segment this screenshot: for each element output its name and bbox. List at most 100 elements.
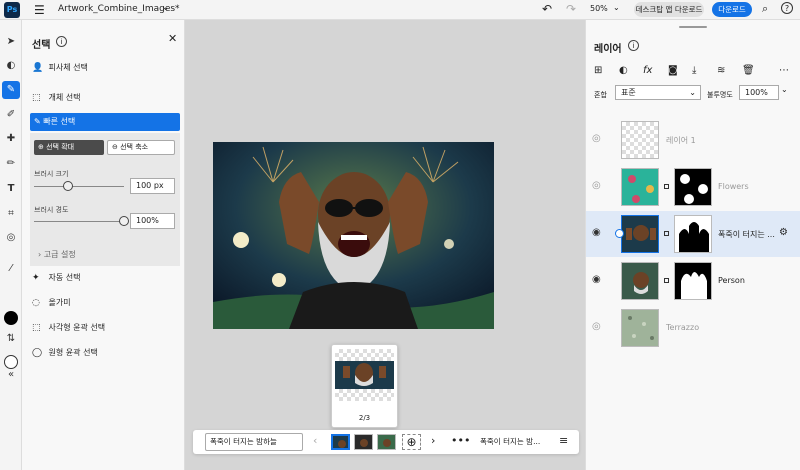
brush-hardness-label: 브러시 경도 <box>34 206 69 214</box>
mask-link-icon[interactable] <box>664 184 669 189</box>
foreground-color-swatch[interactable] <box>4 311 18 325</box>
layer-thumbnail <box>621 309 659 347</box>
move-icon[interactable]: ➤ <box>2 33 20 51</box>
info-icon[interactable]: i <box>56 36 67 47</box>
clone-icon[interactable]: ◎ <box>2 229 20 247</box>
desktop-app-download-button[interactable]: 데스크탑 앱 다운로드 <box>634 2 704 17</box>
search-icon[interactable]: ⌕ <box>762 2 768 16</box>
lasso-label: 올가미 <box>48 298 71 307</box>
ellipse-marquee-item[interactable]: ◯ 원형 윤곽 선택 <box>32 345 98 361</box>
place-image-icon[interactable]: ⤓ <box>692 65 696 76</box>
blend-mode-select[interactable]: 표준 ⌄ <box>615 85 701 100</box>
visibility-off-icon[interactable]: ◎ <box>592 133 601 144</box>
layer-thumbnail <box>621 121 659 159</box>
swap-icon[interactable]: ⇅ <box>2 330 20 348</box>
layer-settings-icon[interactable]: ⚙ <box>779 227 788 238</box>
crop-icon[interactable]: ⌗ <box>2 205 20 223</box>
chevron-left-icon[interactable]: ‹ <box>313 434 317 447</box>
adjustment-layer-icon[interactable]: ◐ <box>619 65 628 76</box>
layer-row[interactable]: ◉ Person <box>586 258 800 304</box>
layer-row[interactable]: ◎ Flowers <box>586 164 800 210</box>
mask-link-icon[interactable] <box>664 278 669 283</box>
active-layer-name: 폭죽이 터지는 밤... <box>480 437 541 446</box>
select-subject-item[interactable]: 👤 피사체 선택 <box>32 60 88 76</box>
advanced-settings-label: 고급 설정 <box>43 250 76 259</box>
ellipse-marquee-icon: ◯ <box>32 348 43 358</box>
add-artboard-icon[interactable]: ⊕ <box>402 434 421 450</box>
brush-icon[interactable]: ✏ <box>2 155 20 173</box>
brush-size-slider-thumb[interactable] <box>63 181 74 191</box>
layer-row[interactable]: ◉ 폭죽이 터지는 ... ⚙ <box>586 211 800 257</box>
object-select-item[interactable]: ⬚ 개체 선택 <box>32 90 81 106</box>
mask-icon[interactable]: ◙ <box>668 65 678 76</box>
layer-name: 레이어 1 <box>666 136 696 145</box>
more-icon[interactable]: ⋯ <box>779 65 789 76</box>
adjust-icon[interactable]: ◐ <box>2 57 20 75</box>
artboard-thumb-3[interactable] <box>377 434 396 450</box>
layer-mask-thumbnail <box>674 168 712 206</box>
select-subject-label: 피사체 선택 <box>48 63 88 72</box>
artboard-name-field[interactable]: 폭죽이 터지는 밤하늘 <box>205 433 303 451</box>
chevron-right-icon[interactable]: › <box>431 434 435 447</box>
brush-size-field[interactable]: 100 px <box>130 178 175 194</box>
preview-count: 2/3 <box>358 414 371 422</box>
adjust-settings-icon[interactable]: ≡ <box>559 434 568 447</box>
more-icon[interactable]: ••• <box>451 434 470 447</box>
download-button[interactable]: 다운로드 <box>712 2 752 17</box>
layer-row[interactable]: ◎ 레이어 1 <box>586 117 800 163</box>
layer-thumbnail <box>621 262 659 300</box>
opacity-field[interactable]: 100% <box>739 85 779 100</box>
brush-size-slider[interactable] <box>34 186 124 187</box>
artwork-image[interactable] <box>213 142 494 329</box>
brush-hardness-field[interactable]: 100% <box>130 213 175 229</box>
undo-icon[interactable]: ↶ <box>542 2 552 16</box>
canvas-area[interactable]: 2/3 폭죽이 터지는 밤하늘 ‹ ⊕ › ••• 폭죽이 터지는 밤... ≡ <box>185 20 585 470</box>
brush-retouch-icon[interactable]: ✐ <box>2 106 20 124</box>
healing-icon[interactable]: ✚ <box>2 130 20 148</box>
magic-wand-icon: ✦ <box>32 273 40 283</box>
help-icon[interactable]: ? <box>781 2 793 14</box>
add-to-selection-button[interactable]: ⊕ 선택 확대 <box>34 140 104 155</box>
quick-selection-icon[interactable]: ✎ <box>2 81 20 99</box>
lasso-item[interactable]: ◌ 올가미 <box>32 295 71 311</box>
visibility-icon[interactable]: ◉ <box>592 274 601 285</box>
minus-circle-icon: ⊖ <box>112 143 121 151</box>
fx-icon[interactable]: fx <box>643 65 652 76</box>
visibility-icon[interactable]: ◉ <box>592 227 601 238</box>
quick-select-label: 빠른 선택 <box>43 117 76 126</box>
layer-row[interactable]: ◎ Terrazzo <box>586 305 800 351</box>
zoom-chevron-icon[interactable]: ⌄ <box>613 3 620 12</box>
layer-thumbnail <box>621 215 659 253</box>
chevron-down-icon[interactable]: ⌄ <box>781 85 788 94</box>
close-icon[interactable]: ✕ <box>168 32 177 45</box>
brush-hardness-slider[interactable] <box>34 221 124 222</box>
object-select-label: 개체 선택 <box>48 93 81 102</box>
add-layer-icon[interactable]: ⊞ <box>594 65 602 76</box>
info-icon[interactable]: i <box>628 40 639 51</box>
advanced-settings[interactable]: › 고급 설정 <box>38 249 76 260</box>
quick-select-item[interactable]: ✎ 빠른 선택 <box>30 113 180 131</box>
visibility-off-icon[interactable]: ◎ <box>592 180 601 191</box>
person-icon: 👤 <box>32 63 44 73</box>
delete-icon[interactable]: 🗑 <box>742 65 755 76</box>
top-bar: Ps ☰ Artwork_Combine_Images* ⌄ ↶ ↷ 50% ⌄… <box>0 0 800 20</box>
brush-hardness-slider-thumb[interactable] <box>119 216 129 226</box>
redo-icon[interactable]: ↷ <box>566 2 576 16</box>
collapse-icon[interactable]: « <box>2 366 20 384</box>
lasso-icon: ◌ <box>32 298 40 308</box>
rect-marquee-item[interactable]: ⬚ 사각형 윤곽 선택 <box>32 320 105 336</box>
object-select-icon: ⬚ <box>32 93 41 103</box>
subtract-from-selection-button[interactable]: ⊖ 선택 축소 <box>107 140 175 155</box>
chevron-down-icon[interactable]: ⌄ <box>162 3 170 13</box>
type-icon[interactable]: T <box>2 180 20 198</box>
zoom-level[interactable]: 50% <box>590 4 608 13</box>
layer-stack-icon[interactable]: ≋ <box>717 65 725 76</box>
artboard-thumb-2[interactable] <box>354 434 373 450</box>
menu-icon[interactable]: ☰ <box>34 4 45 16</box>
magic-wand-item[interactable]: ✦ 자동 선택 <box>32 270 81 286</box>
visibility-off-icon[interactable]: ◎ <box>592 321 601 332</box>
mask-link-icon[interactable] <box>664 231 669 236</box>
panel-grab-handle[interactable] <box>679 26 707 28</box>
eyedropper-icon[interactable]: ⁄ <box>2 260 20 278</box>
artboard-thumb-1[interactable] <box>331 434 350 450</box>
